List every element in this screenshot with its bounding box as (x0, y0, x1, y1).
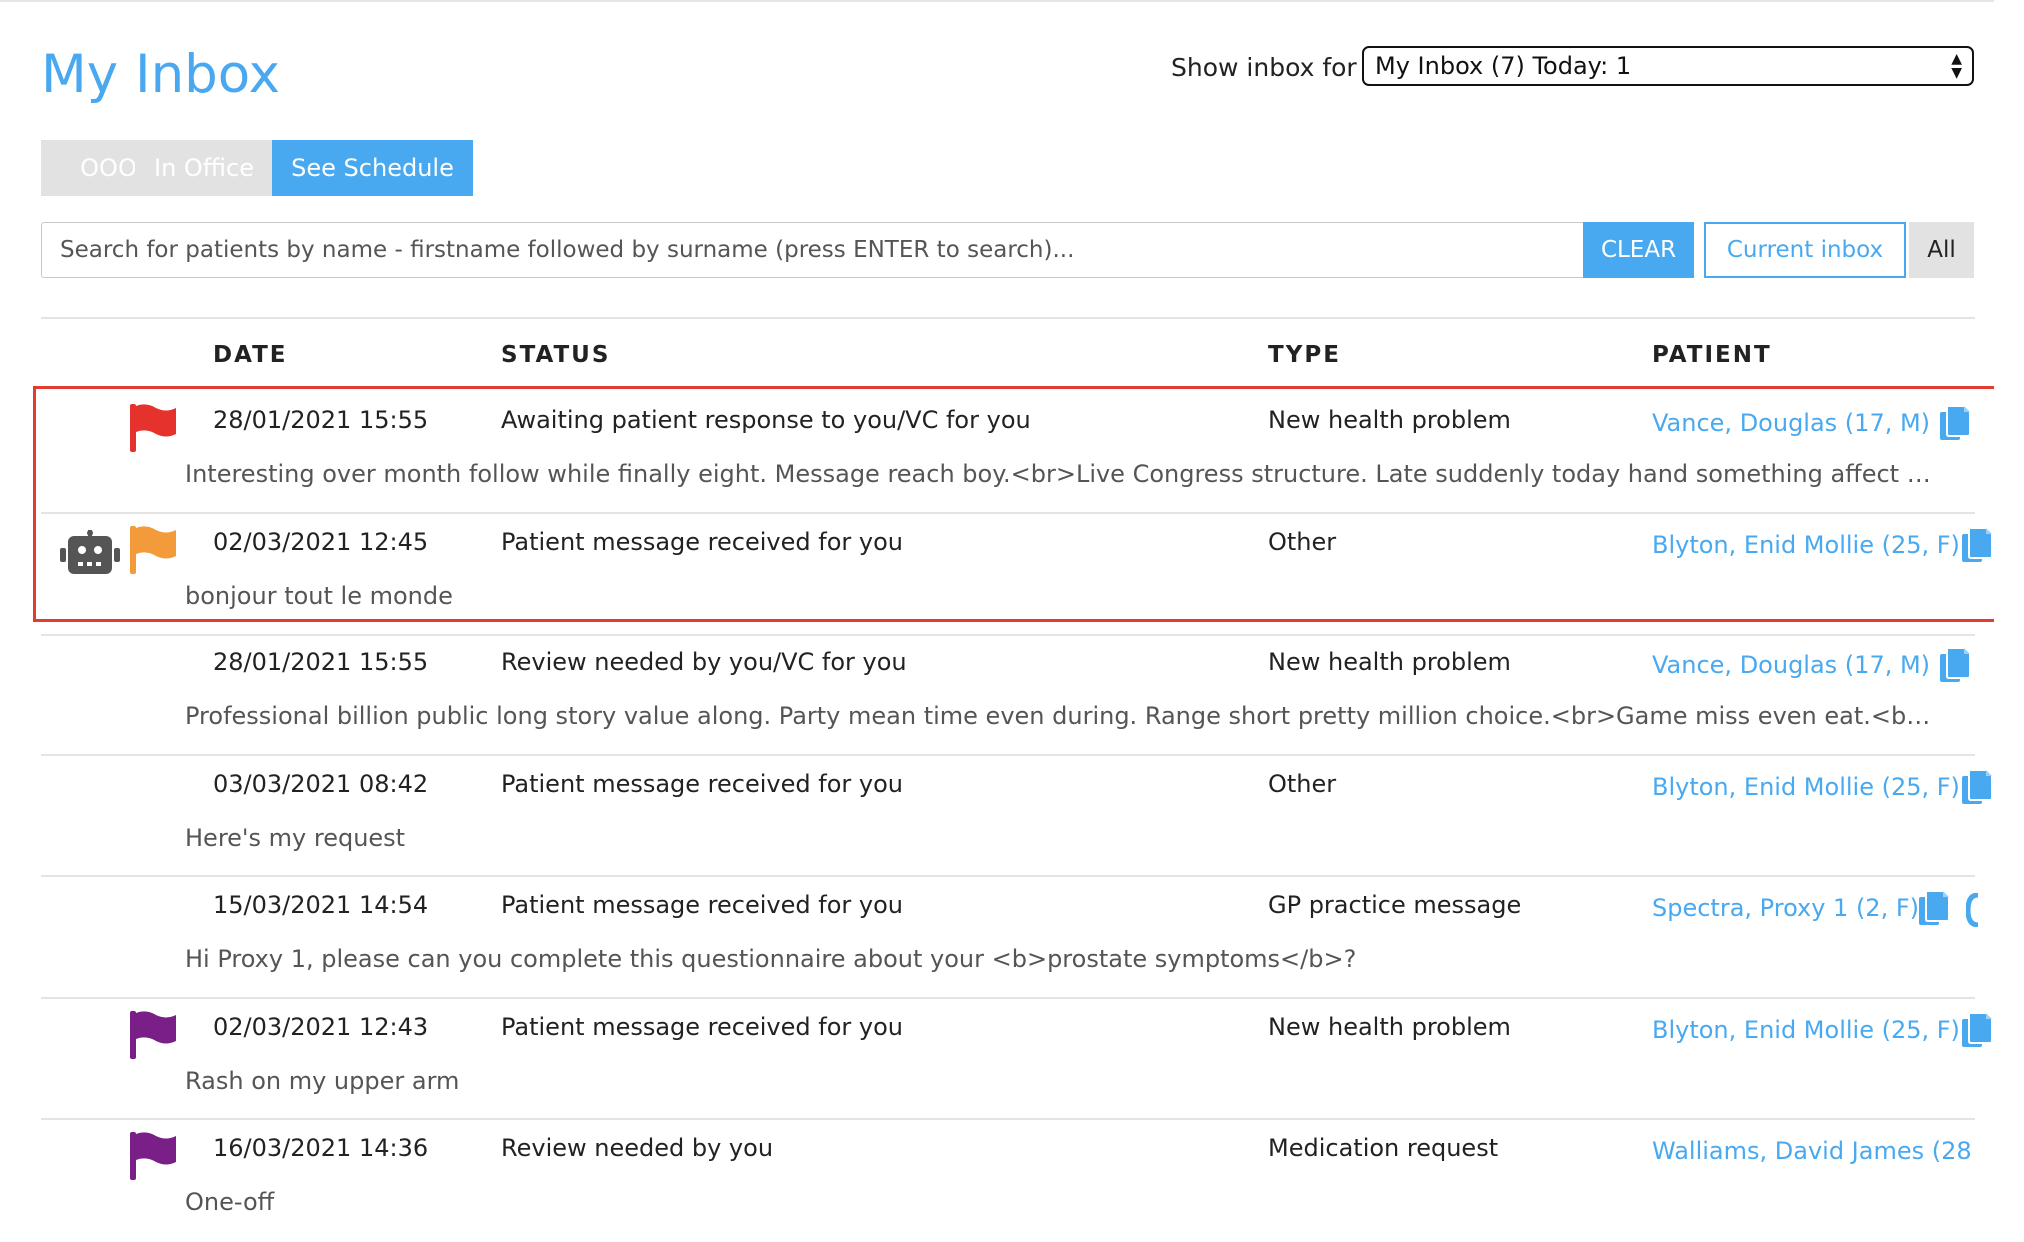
row-type: Other (1268, 770, 1337, 798)
column-header-status: STATUS (501, 342, 611, 368)
table-row[interactable]: 02/03/2021 12:43 Patient message received… (0, 997, 2024, 1118)
current-inbox-button[interactable]: Current inbox (1704, 222, 1906, 278)
see-schedule-button[interactable]: See Schedule (272, 140, 473, 196)
row-type: GP practice message (1268, 891, 1522, 919)
right-margin (1994, 0, 2024, 1242)
inbox-select[interactable]: My Inbox (7) Today: 1 ▲ ▼ (1362, 46, 1974, 86)
table-row[interactable]: 16/03/2021 14:36 Review needed by you Medi… (0, 1118, 2024, 1239)
row-date: 28/01/2021 15:55 (213, 648, 429, 676)
availability-in-office-button[interactable]: In Office (135, 140, 273, 196)
column-header-date: DATE (213, 342, 288, 368)
row-status: Review needed by you/VC for you (501, 648, 907, 676)
copy-icon[interactable] (1917, 889, 1951, 927)
column-header-patient: PATIENT (1652, 342, 1772, 368)
row-status: Patient message received for you (501, 891, 903, 919)
patient-search-input[interactable]: Search for patients by name - firstname … (41, 222, 1584, 278)
copy-icon[interactable] (1960, 768, 1994, 806)
table-row[interactable]: 03/03/2021 08:42 Patient message received… (0, 754, 2024, 875)
row-message-preview: Here's my request (185, 824, 406, 852)
row-message-preview: Professional billion public long story v… (185, 702, 1937, 730)
inbox-select-value: My Inbox (7) Today: 1 (1375, 52, 1632, 80)
row-type: New health problem (1268, 648, 1511, 676)
highlight-box (33, 386, 2012, 622)
page-title: My Inbox (41, 44, 280, 105)
row-message-preview: Rash on my upper arm (185, 1067, 460, 1095)
additional-patient-icon[interactable] (1966, 893, 1990, 927)
patient-link[interactable]: Walliams, David James (28 (1652, 1135, 1972, 1167)
row-date: 15/03/2021 14:54 (213, 891, 429, 919)
row-message-preview: One-off (185, 1188, 275, 1216)
show-inbox-label: Show inbox for (1171, 53, 1357, 82)
copy-icon[interactable] (1960, 1011, 1994, 1049)
top-border (0, 0, 2024, 2)
row-type: New health problem (1268, 1013, 1511, 1041)
flag-icon[interactable] (128, 1009, 178, 1061)
row-type: Medication request (1268, 1134, 1499, 1162)
row-date: 16/03/2021 14:36 (213, 1134, 429, 1162)
select-arrows-icon: ▲ ▼ (1951, 51, 1962, 81)
row-date: 03/03/2021 08:42 (213, 770, 429, 798)
patient-link[interactable]: Blyton, Enid Mollie (25, F) (1652, 1014, 1960, 1046)
patient-link[interactable]: Vance, Douglas (17, M) (1652, 649, 1930, 681)
patient-link[interactable]: Blyton, Enid Mollie (25, F) (1652, 771, 1960, 803)
table-row[interactable]: 15/03/2021 14:54 Patient message received… (0, 875, 2024, 996)
row-status: Patient message received for you (501, 1013, 903, 1041)
clear-button[interactable]: CLEAR (1583, 222, 1694, 278)
all-button[interactable]: All (1909, 222, 1974, 278)
row-date: 02/03/2021 12:43 (213, 1013, 429, 1041)
row-status: Review needed by you (501, 1134, 774, 1162)
copy-icon[interactable] (1938, 646, 1972, 684)
flag-icon[interactable] (128, 1130, 178, 1182)
patient-link[interactable]: Spectra, Proxy 1 (2, F) (1652, 892, 1919, 924)
row-message-preview: Hi Proxy 1, please can you complete this… (185, 945, 1357, 973)
column-header-type: TYPE (1268, 342, 1341, 368)
table-row[interactable]: 28/01/2021 15:55 Review needed by you/VC … (0, 632, 2024, 753)
header-divider (41, 317, 1975, 319)
row-status: Patient message received for you (501, 770, 903, 798)
